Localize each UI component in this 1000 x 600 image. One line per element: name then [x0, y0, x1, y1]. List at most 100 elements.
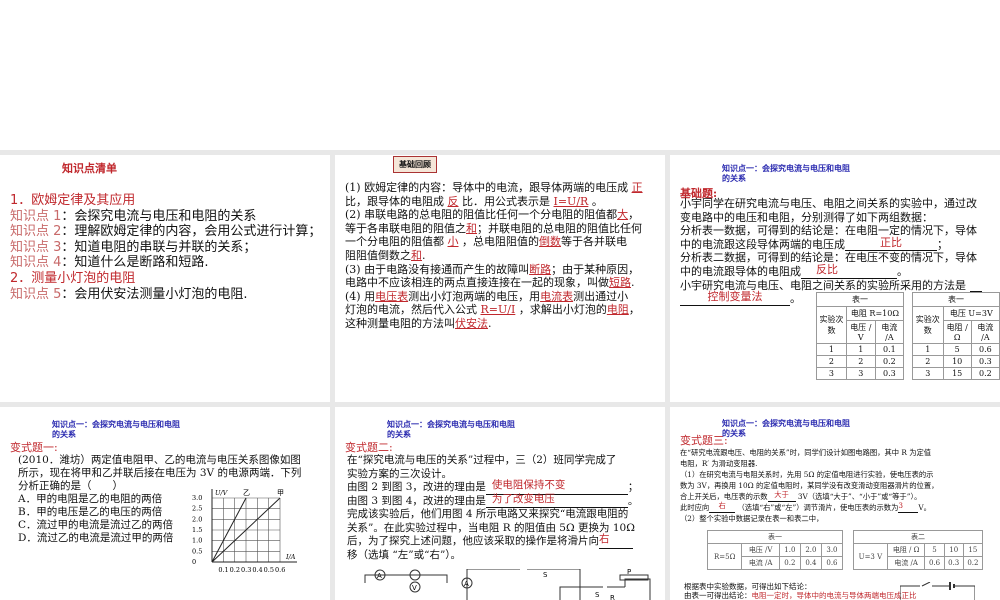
y-tick-label: 0.5: [192, 547, 202, 555]
text: ，总电阻阻值的: [462, 235, 539, 249]
text: 表二: [853, 530, 983, 544]
x-tick-label: 0.4: [252, 566, 262, 574]
question-label: 变式题三:: [680, 434, 728, 447]
circuit-diagram: [900, 582, 975, 600]
text: .: [422, 248, 426, 262]
text: 知识点一：会探究电流与电压和电阻: [52, 419, 180, 429]
text: 完成该实验后，他们用图 4 所示电路又来探究“电流跟电阻的: [347, 508, 629, 520]
text: (2010．潍坊）两定值电阻甲、乙的电流与电压关系图像如图: [18, 454, 301, 466]
text: (2) 串联电路的总电阻的阻值比任何一个分电阻的阻值都: [345, 208, 618, 222]
text: 知识点 2: [10, 224, 62, 240]
text: 右: [718, 501, 726, 510]
data-table-1: 表一 实验次数 电阻 R=10Ω 电压 / V 电流 /A 1 1 0.1 2 2 0.2 …: [816, 292, 905, 380]
data-table-2: 表二 U=3 V 电阻 / Ω 5 10 15 电流 /A 0.6 0.3 0.2: [853, 530, 984, 570]
text: 知识点 4: [10, 255, 62, 271]
y-tick-label: 3.0: [192, 494, 202, 502]
knowledge-point: 知识点 1：会探究电流与电压和电阻的关系: [10, 209, 321, 225]
text: 测出小灯泡两端的电压，用: [408, 289, 541, 303]
y-tick-label: 1.5: [192, 526, 202, 534]
text: （2）整个实验中数据记录在表一和表二中，: [680, 514, 824, 523]
section-header: 知识点一：会探究电流与电压和电阻 的关系: [722, 418, 850, 438]
text: 知识点 1: [10, 208, 62, 224]
text: 电压 U=3V: [942, 306, 1000, 321]
text: A: [464, 580, 469, 588]
text: 3: [898, 501, 904, 510]
text: 0.2: [962, 556, 984, 570]
text: ：会用伏安法测量小灯泡的电阻.: [61, 286, 248, 302]
text: （选填“右”或“左”）调节滑片，使电压表的示数为: [737, 503, 899, 512]
text: 3: [845, 367, 876, 380]
x-tick-label: 0.2: [230, 566, 240, 574]
text: 测出通过小: [573, 289, 629, 303]
text: (3) 由于电路没有接通而产生的故障叫: [345, 262, 530, 276]
text: (1) 欧姆定律的内容：导体中的电流，跟导体两端的电压成: [345, 181, 629, 194]
y-tick-label: 2.0: [192, 515, 202, 523]
text: 所示，现在将甲和乙并联后接在电压为 3V 的电源两端．下列: [18, 467, 302, 479]
text: 5: [942, 343, 972, 356]
y-tick-label: 0: [192, 558, 196, 566]
knowledge-point: 知识点 3：知道电阻的串联与并联的关系；: [10, 240, 321, 256]
text: 电阻，R′ 为滑动变阻器.: [680, 459, 758, 468]
text: 和: [411, 248, 422, 262]
text: 电压 /V: [741, 543, 780, 557]
x-tick-label: 0.3: [241, 566, 251, 574]
slide-variant-2[interactable]: 知识点一：会探究电流与电压和电阻 的关系 变式题二: 在“探究电流与电压的关系”过…: [335, 407, 665, 600]
x-tick-label: 0.1: [218, 566, 228, 574]
text: 由图 3 到图 4，改进的理由是: [347, 494, 486, 507]
text: 10: [942, 355, 972, 368]
text: （1）在研究电流与电阻关系时，先用 5Ω 的定值电阻进行实验，使电压表的示: [680, 470, 934, 479]
text: V: [412, 584, 417, 592]
section-heading: 1．欧姆定律及其应用: [10, 193, 136, 208]
text: 使电阻保持不变: [491, 479, 566, 491]
text: 小: [447, 235, 459, 249]
knowledge-point: 知识点 5：会用伏安法测量小灯泡的电阻.: [10, 287, 321, 303]
text: 中的电流跟这段导体两端的电压成: [680, 237, 845, 251]
text: 电流 /A: [874, 320, 905, 344]
text: 阻阻值倒数之: [345, 248, 411, 262]
text: 3: [912, 367, 944, 380]
text: 0.4: [799, 556, 822, 570]
blank-top-area: [0, 0, 1000, 150]
x-tick-label: 0.5: [264, 566, 274, 574]
text: 实验次数: [816, 306, 847, 344]
text: 3.0: [820, 543, 844, 557]
text: ：理解欧姆定律的内容，会用公式进行计算；: [61, 224, 322, 240]
data-table-1: 表一 R=5Ω 电压 /V 1.0 2.0 3.0 电流 /A 0.2 0.4 0.6: [706, 530, 844, 570]
text: I=U/R: [553, 194, 589, 208]
slide-basic-question[interactable]: 知识点一：会探究电流与电压和电阻 的关系 基础题: 小宇同学在研究电流与电压、电阻…: [670, 155, 1000, 402]
text: 0.6: [970, 343, 1000, 356]
slide-knowledge-list[interactable]: 知识点清单 1．欧姆定律及其应用 知识点 1：会探究电流与电压和电阻的关系 知识…: [0, 155, 330, 402]
x-axis-label: I/A: [285, 553, 296, 561]
text: 反比: [816, 262, 838, 276]
text: 一个分电阻的阻值都: [345, 235, 444, 249]
slide-basic-review[interactable]: 基础回顾 (1) 欧姆定律的内容：导体中的电流，跟导体两端的电压成 正 比，跟导…: [335, 155, 665, 402]
text: P: [627, 569, 631, 576]
text: 等于各并联电: [561, 235, 627, 249]
text: R=U/I: [480, 303, 516, 317]
text: 数为 3V，再换用 10Ω 的定值电阻时，某同学没有改变滑动变阻器滑片的位置，: [680, 481, 939, 490]
text: 控制变量法: [707, 290, 763, 304]
text: 这种测量电阻的方法叫: [345, 316, 455, 330]
text: 在“探究电流与电压的关系”过程中，三（2）班同学完成了: [347, 454, 617, 466]
text: ，: [628, 208, 640, 222]
text: 的关系: [52, 429, 76, 439]
text: 的关系: [722, 428, 746, 438]
series-label: 甲: [277, 489, 284, 497]
text: 在“研究电流跟电压、电阻的关系”时，同学们设计如图电路图，其中 R 为定值: [680, 448, 932, 457]
slide-variant-3[interactable]: 知识点一：会探究电流与电压和电阻 的关系 变式题三: 在“研究电流跟电压、电阻的关…: [670, 407, 1000, 600]
text: 表一: [912, 292, 1000, 307]
text: ；并联电阻的总电阻的阻值比任何: [477, 221, 642, 235]
text: 比．用公式表示是: [462, 194, 550, 208]
text: ：知道什么是断路和短路.: [61, 255, 209, 271]
text: 伏安法: [455, 316, 488, 330]
slide-variant-1[interactable]: 知识点一：会探究电流与电压和电阻 的关系 变式题一: (2010．潍坊）两定值电阻…: [0, 407, 330, 600]
text: 表一: [816, 292, 904, 307]
text: 此时应向: [680, 503, 710, 512]
text: 由图 2 到图 3，改进的理由是: [347, 481, 486, 493]
series-label: 乙: [243, 489, 250, 497]
text: V。: [918, 503, 931, 512]
text: 0.3: [970, 355, 1000, 368]
text: A: [377, 572, 382, 580]
text: 反: [447, 194, 459, 208]
text: ，求解出小灯泡的: [518, 303, 607, 317]
